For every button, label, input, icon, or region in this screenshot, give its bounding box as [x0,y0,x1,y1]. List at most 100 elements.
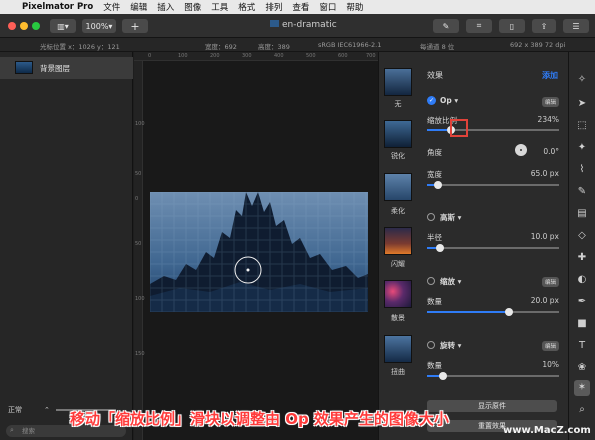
ruler-tick: 50 [135,171,142,177]
sliders-icon: ☰ [572,21,580,31]
slider-fill [427,311,509,313]
ruler-tick: 100 [135,296,145,302]
pen-tool-button[interactable]: ✎ [433,19,459,33]
menu-item-view[interactable]: 查看 [292,1,309,13]
search-placeholder: 搜索 [22,427,35,435]
artwork [150,192,368,312]
layer-row[interactable]: 背景图层 [0,57,133,79]
eraser-icon[interactable]: ◇ [574,228,590,244]
effects-tool-icon[interactable]: ✶ [574,380,590,396]
selection-tool-icon[interactable]: ⬚ [574,118,590,134]
watermark: www.MacZ.com [503,425,591,436]
menu-item-format[interactable]: 格式 [238,1,255,13]
spin-edit-badge[interactable]: 编辑 [542,341,560,351]
effect-thumb-bokeh[interactable] [384,280,412,308]
crop-button[interactable]: ⌗ [466,19,492,33]
gradient-tool-icon[interactable]: ▤ [574,206,590,222]
zoom-effect-title[interactable]: 缩放 ▾ [440,276,461,287]
menu-item-window[interactable]: 窗口 [319,1,336,13]
effect-thumb-label: 散景 [391,314,405,322]
radius-slider[interactable] [427,244,559,252]
document-title: en-dramatic [270,20,337,30]
radius-label: 半径 [427,233,442,242]
zoom-amount-label: 数量 [427,297,442,306]
retouch-icon[interactable]: ✚ [574,250,590,266]
op-title-text: Op [440,96,452,105]
pixelmator-window: Pixelmator Pro 文件 编辑 插入 图像 工具 格式 排列 查看 窗… [0,0,595,440]
ruler-tick: 700 [366,53,376,59]
zoom-amount-slider[interactable] [427,308,559,316]
effect-thumb-soften[interactable] [384,173,412,201]
angle-value[interactable]: 0.0° [519,147,559,156]
shape-tool-icon[interactable]: ■ [574,316,590,332]
menu-item-file[interactable]: 文件 [103,1,120,13]
chevron-updown-icon: ⌃ [44,406,50,414]
pen-tool-icon[interactable]: ✒ [574,294,590,310]
width-slider[interactable] [427,181,559,189]
document-button[interactable]: ▯ [499,19,525,33]
effect-thumb-none[interactable] [384,68,412,96]
style-tool-icon[interactable]: ✧ [574,72,590,88]
effect-thumb-glow[interactable] [384,227,412,255]
canvas-image[interactable] [150,192,368,312]
pen-icon: ✎ [442,21,450,31]
color-picker-icon[interactable]: ⌇ [574,162,590,178]
add-effect-button[interactable]: 添加 [542,70,558,81]
close-window-button[interactable] [8,22,16,30]
ruler-tick: 0 [148,53,152,59]
spin-amount-value[interactable]: 10% [509,360,559,369]
arrange-tool-icon[interactable]: ➤ [574,96,590,112]
gauss-enabled-checkbox[interactable] [427,213,435,221]
adjust-button[interactable]: ☰ [563,19,589,33]
menu-app-name[interactable]: Pixelmator Pro [22,2,93,12]
spin-amount-slider[interactable] [427,372,559,380]
zoom-enabled-checkbox[interactable] [427,277,435,285]
zoom-edit-badge[interactable]: 编辑 [542,277,560,287]
share-icon: ⇪ [540,21,548,31]
menu-item-edit[interactable]: 编辑 [130,1,147,13]
effect-thumb-sharpen[interactable] [384,120,412,148]
menu-item-insert[interactable]: 插入 [157,1,174,13]
menu-item-arrange[interactable]: 排列 [265,1,282,13]
slider-knob[interactable] [436,244,445,252]
slider-knob[interactable] [438,372,447,380]
blend-mode-value: 正常 [8,406,22,414]
ruler-tick: 600 [338,53,348,59]
menu-item-tools[interactable]: 工具 [211,1,228,13]
share-button[interactable]: ⇪ [532,19,556,33]
scale-value[interactable]: 234% [519,115,559,124]
add-button[interactable]: + [122,19,148,33]
effect-thumb-distort[interactable] [384,335,412,363]
zoom-amount-value[interactable]: 20.0 px [509,296,559,305]
document-title-text: en-dramatic [282,20,337,30]
magic-wand-icon[interactable]: ✦ [574,140,590,156]
slider-knob[interactable] [433,181,442,189]
gauss-effect-title[interactable]: 高斯 ▾ [440,212,461,223]
zoom-tool-icon[interactable]: ⌕ [574,402,590,418]
highlight-box [450,119,468,137]
menu-item-help[interactable]: 帮助 [346,1,363,13]
menu-item-image[interactable]: 图像 [184,1,201,13]
blend-mode-select[interactable]: 正常 ⌃ [8,405,50,415]
spin-enabled-checkbox[interactable] [427,341,435,349]
bit-depth: 每通道 8 位 [420,43,455,51]
angle-label: 角度 [427,148,442,157]
slider-knob[interactable] [504,308,513,316]
radius-value[interactable]: 10.0 px [509,232,559,241]
scale-slider[interactable] [427,126,559,134]
text-tool-icon[interactable]: T [574,338,590,354]
spin-effect-title[interactable]: 旋转 ▾ [440,340,461,351]
ruler-tick: 0 [135,196,139,202]
minimize-window-button[interactable] [20,22,28,30]
fill-tool-icon[interactable]: ❀ [574,360,590,376]
op-effect-title[interactable]: Op ▾ [440,96,458,105]
effect-thumb-label: 无 [394,100,402,108]
zoom-menu-button[interactable]: 100% ▾ [82,19,116,33]
op-edit-badge[interactable]: 编辑 [542,97,560,107]
zoom-window-button[interactable] [32,22,40,30]
sidebar-toggle-button[interactable]: ▥▾ [50,19,76,33]
op-enabled-checkbox[interactable]: ✓ [427,96,436,105]
paint-brush-icon[interactable]: ✎ [574,184,590,200]
color-adjust-icon[interactable]: ◐ [574,272,590,288]
width-value[interactable]: 65.0 px [509,169,559,178]
